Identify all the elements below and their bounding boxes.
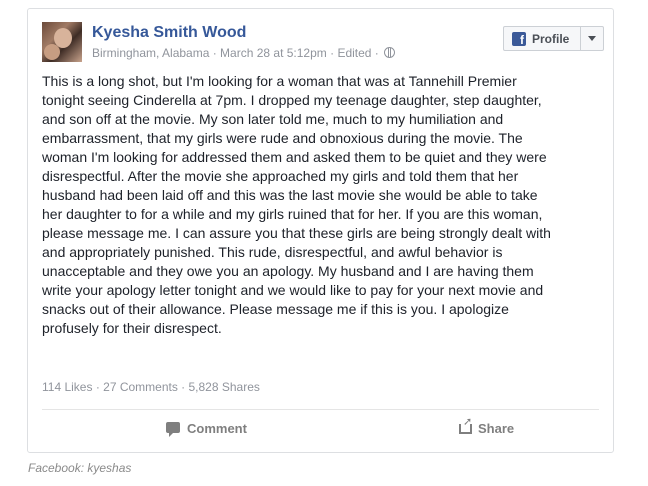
comment-icon (166, 422, 180, 437)
facebook-post-card: Kyesha Smith Wood Birmingham, Alabama · … (27, 8, 614, 453)
facebook-icon: f (512, 31, 526, 46)
comment-label: Comment (187, 421, 247, 436)
post-body: This is a long shot, but I'm looking for… (42, 73, 551, 336)
share-label: Share (478, 421, 515, 436)
comment-button[interactable]: Comment (166, 421, 247, 437)
actions-divider (42, 409, 599, 410)
share-button[interactable]: Share (459, 415, 515, 436)
profile-button-label: Profile (532, 31, 570, 46)
author-avatar[interactable] (42, 22, 82, 62)
profile-button-main[interactable]: f Profile (504, 27, 581, 50)
globe-icon (384, 47, 396, 58)
image-caption: Facebook: kyeshas (28, 461, 132, 475)
post-stats[interactable]: 114 Likes · 27 Comments · 5,828 Shares (42, 380, 260, 394)
post-meta: Birmingham, Alabama · March 28 at 5:12pm… (92, 46, 396, 60)
profile-dropdown-toggle[interactable] (581, 27, 603, 50)
post-meta-text: Birmingham, Alabama · March 28 at 5:12pm… (92, 46, 379, 60)
post-actions: Comment Share (28, 415, 613, 443)
profile-button[interactable]: f Profile (503, 26, 604, 51)
author-name[interactable]: Kyesha Smith Wood (92, 24, 246, 42)
chevron-down-icon (588, 36, 596, 41)
share-icon (459, 415, 472, 434)
